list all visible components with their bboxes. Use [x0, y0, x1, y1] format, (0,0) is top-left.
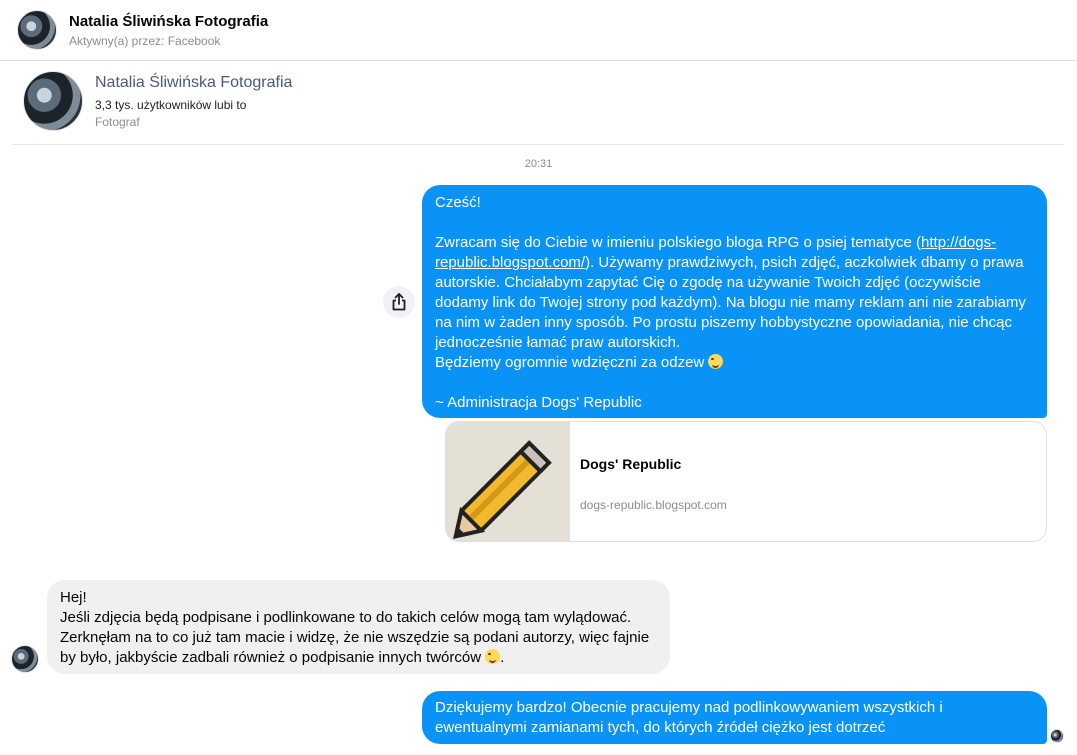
message-body-text: Zwracam się do Ciebie w imieniu polskieg… [435, 234, 922, 251]
message-greeting: Cześć! [435, 194, 481, 211]
conversation-header: Natalia Śliwińska Fotografia Aktywny(a) … [0, 0, 1077, 61]
active-status: Aktywny(a) przez: Facebook [69, 34, 221, 48]
incoming-body: Jeśli zdjęcia będą podpisane i podlinkow… [60, 609, 650, 666]
link-preview-thumbnail [446, 422, 570, 541]
incoming-message[interactable]: Hej! Jeśli zdjęcia będą podpisane i podl… [47, 580, 670, 674]
profile-category: Fotograf [95, 115, 140, 129]
outgoing-message[interactable]: Dziękujemy bardzo! Obecnie pracujemy nad… [422, 691, 1047, 744]
header-avatar[interactable] [17, 10, 57, 50]
share-icon [392, 293, 406, 311]
read-receipt-avatar [1050, 729, 1064, 743]
profile-avatar[interactable] [23, 71, 83, 131]
conversation-title[interactable]: Natalia Śliwińska Fotografia [69, 13, 268, 30]
profile-card: Natalia Śliwińska Fotografia 3,3 tys. uż… [12, 62, 1064, 145]
sender-avatar[interactable] [11, 645, 39, 673]
smile-emoji-icon [485, 649, 501, 664]
link-preview-card[interactable]: Dogs' Republic dogs-republic.blogspot.co… [445, 421, 1047, 542]
profile-name[interactable]: Natalia Śliwińska Fotografia [95, 74, 292, 92]
incoming-body-text: Jeśli zdjęcia będą podpisane i podlinkow… [60, 609, 650, 666]
message-thanks: Będziemy ogromnie wdzięczni za odzew [435, 353, 1034, 373]
link-preview-domain: dogs-republic.blogspot.com [580, 498, 727, 512]
wink-emoji-icon [708, 354, 724, 369]
message-timestamp: 20:31 [524, 158, 553, 170]
link-preview-title: Dogs' Republic [580, 456, 682, 472]
incoming-greeting: Hej! [60, 589, 87, 606]
share-button[interactable] [383, 286, 415, 318]
message-signature: ~ Administracja Dogs' Republic [435, 394, 642, 411]
pencil-icon [446, 422, 570, 541]
thanks-text: Będziemy ogromnie wdzięczni za odzew [435, 354, 705, 371]
message-body: Zwracam się do Ciebie w imieniu polskieg… [435, 233, 1034, 353]
outgoing-message[interactable]: Cześć! Zwracam się do Ciebie w imieniu p… [422, 185, 1047, 418]
profile-likes: 3,3 tys. użytkowników lubi to [95, 98, 247, 112]
